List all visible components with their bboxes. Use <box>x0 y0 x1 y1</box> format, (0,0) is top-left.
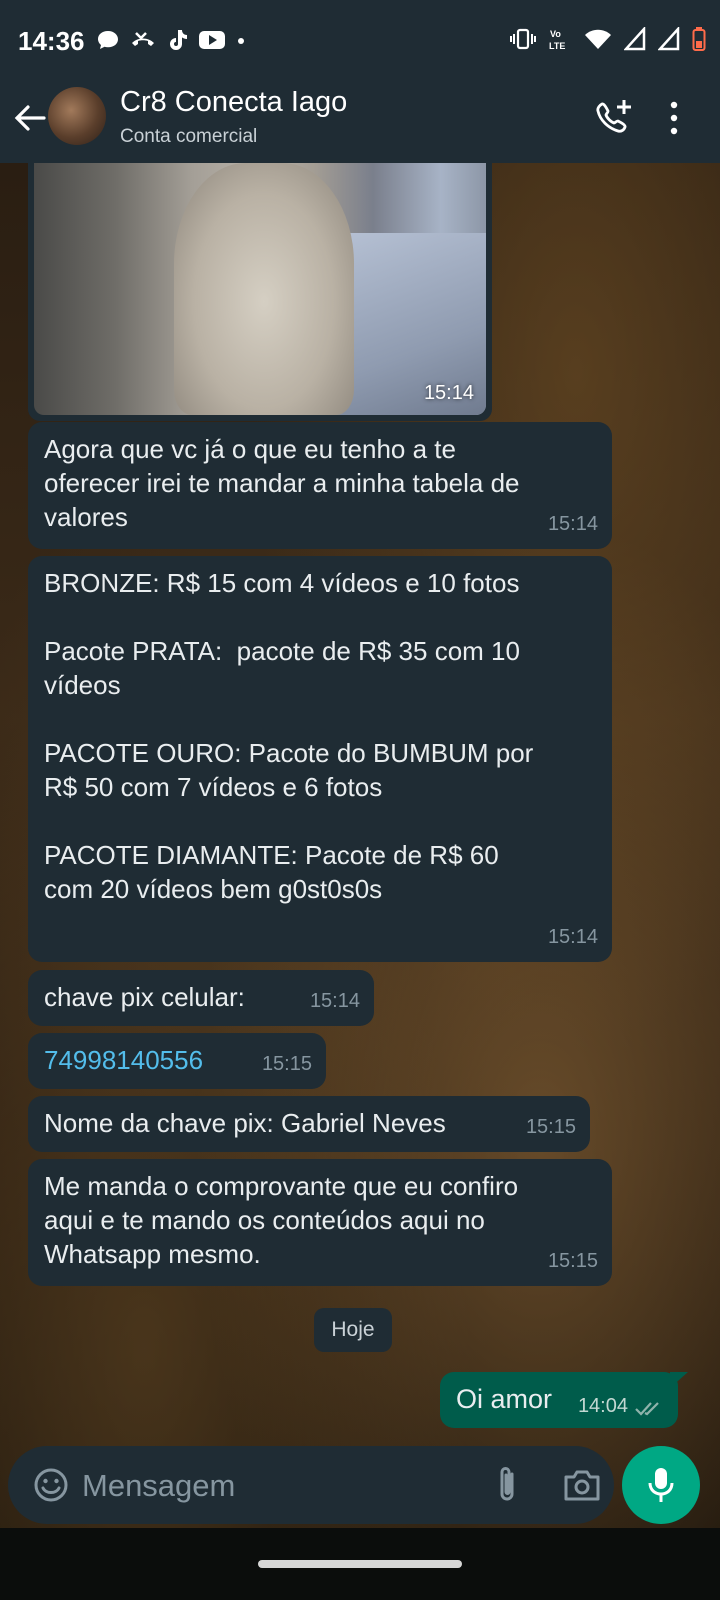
more-options-icon[interactable] <box>668 100 680 136</box>
message-time: 14:04 <box>577 1395 628 1417</box>
status-time: 14:36 <box>18 26 85 56</box>
signal-icon <box>624 27 646 51</box>
message-text: Me manda o comprovante que eu confiro aq… <box>44 1171 519 1269</box>
back-arrow-icon[interactable] <box>12 98 48 138</box>
message-text: Agora que vc já o que eu tenho a te ofer… <box>44 434 520 532</box>
message-text: BRONZE: R$ 15 com 4 vídeos e 10 fotos Pa… <box>44 568 534 904</box>
contact-name[interactable]: Cr8 Conecta Iago <box>120 86 347 119</box>
message-input[interactable] <box>80 1458 484 1514</box>
message-time: 15:14 <box>309 990 360 1012</box>
message-text: Oi amor <box>456 1384 553 1414</box>
message-time: 15:15 <box>261 1053 312 1075</box>
svg-text:LTE: LTE <box>549 41 565 51</box>
battery-low-icon <box>692 27 706 51</box>
date-separator: Hoje <box>314 1308 392 1352</box>
message-text: Nome da chave pix: Gabriel Neves <box>44 1108 446 1138</box>
read-receipt-icon <box>635 1402 659 1416</box>
contact-subtitle[interactable]: Conta comercial <box>120 126 257 148</box>
voice-record-button[interactable] <box>622 1446 700 1524</box>
missed-call-icon <box>132 32 154 46</box>
bubble-tail <box>670 1372 688 1388</box>
system-icons: Vo LTE <box>510 26 706 52</box>
add-call-icon[interactable] <box>594 98 634 138</box>
tiktok-icon <box>170 30 187 50</box>
photo-subject <box>174 163 354 415</box>
camera-icon[interactable] <box>562 1466 602 1504</box>
chat-bubble-icon <box>98 31 118 49</box>
paperclip-icon[interactable] <box>492 1464 522 1506</box>
message-bubble[interactable]: chave pix celular: 15:14 <box>28 970 374 1026</box>
message-time: 15:14 <box>547 926 598 948</box>
message-bubble[interactable]: 74998140556 15:15 <box>28 1033 326 1089</box>
message-bubble[interactable]: BRONZE: R$ 15 com 4 vídeos e 10 fotos Pa… <box>28 556 612 962</box>
avatar[interactable] <box>48 87 106 145</box>
microphone-icon <box>648 1468 674 1502</box>
signal-icon <box>658 27 680 51</box>
message-composer <box>8 1446 614 1524</box>
message-bubble[interactable]: Agora que vc já o que eu tenho a te ofer… <box>28 422 612 549</box>
svg-text:Vo: Vo <box>550 29 561 39</box>
emoji-icon[interactable] <box>32 1466 70 1504</box>
message-time: 15:14 <box>423 382 474 404</box>
message-time: 15:15 <box>525 1116 576 1138</box>
notification-icons <box>96 28 246 52</box>
chat-header: Cr8 Conecta Iago Conta comercial <box>0 76 720 163</box>
volte-icon: Vo LTE <box>549 29 565 51</box>
home-gesture-bar[interactable] <box>258 1560 462 1568</box>
image-message[interactable]: 15:14 <box>28 163 492 421</box>
dot-icon <box>238 38 244 44</box>
status-bar: 14:36 Vo LTE <box>0 0 720 76</box>
wifi-icon <box>585 29 611 49</box>
youtube-icon <box>199 31 225 49</box>
message-time: 15:15 <box>547 1250 598 1272</box>
image-thumbnail[interactable]: 15:14 <box>34 163 486 415</box>
message-bubble[interactable]: Nome da chave pix: Gabriel Neves 15:15 <box>28 1096 590 1152</box>
system-navigation-bar <box>0 1528 720 1600</box>
message-time: 15:14 <box>547 513 598 535</box>
vibrate-icon <box>510 28 536 50</box>
message-bubble[interactable]: Me manda o comprovante que eu confiro aq… <box>28 1159 612 1286</box>
outgoing-message[interactable]: Oi amor 14:04 <box>440 1372 678 1428</box>
